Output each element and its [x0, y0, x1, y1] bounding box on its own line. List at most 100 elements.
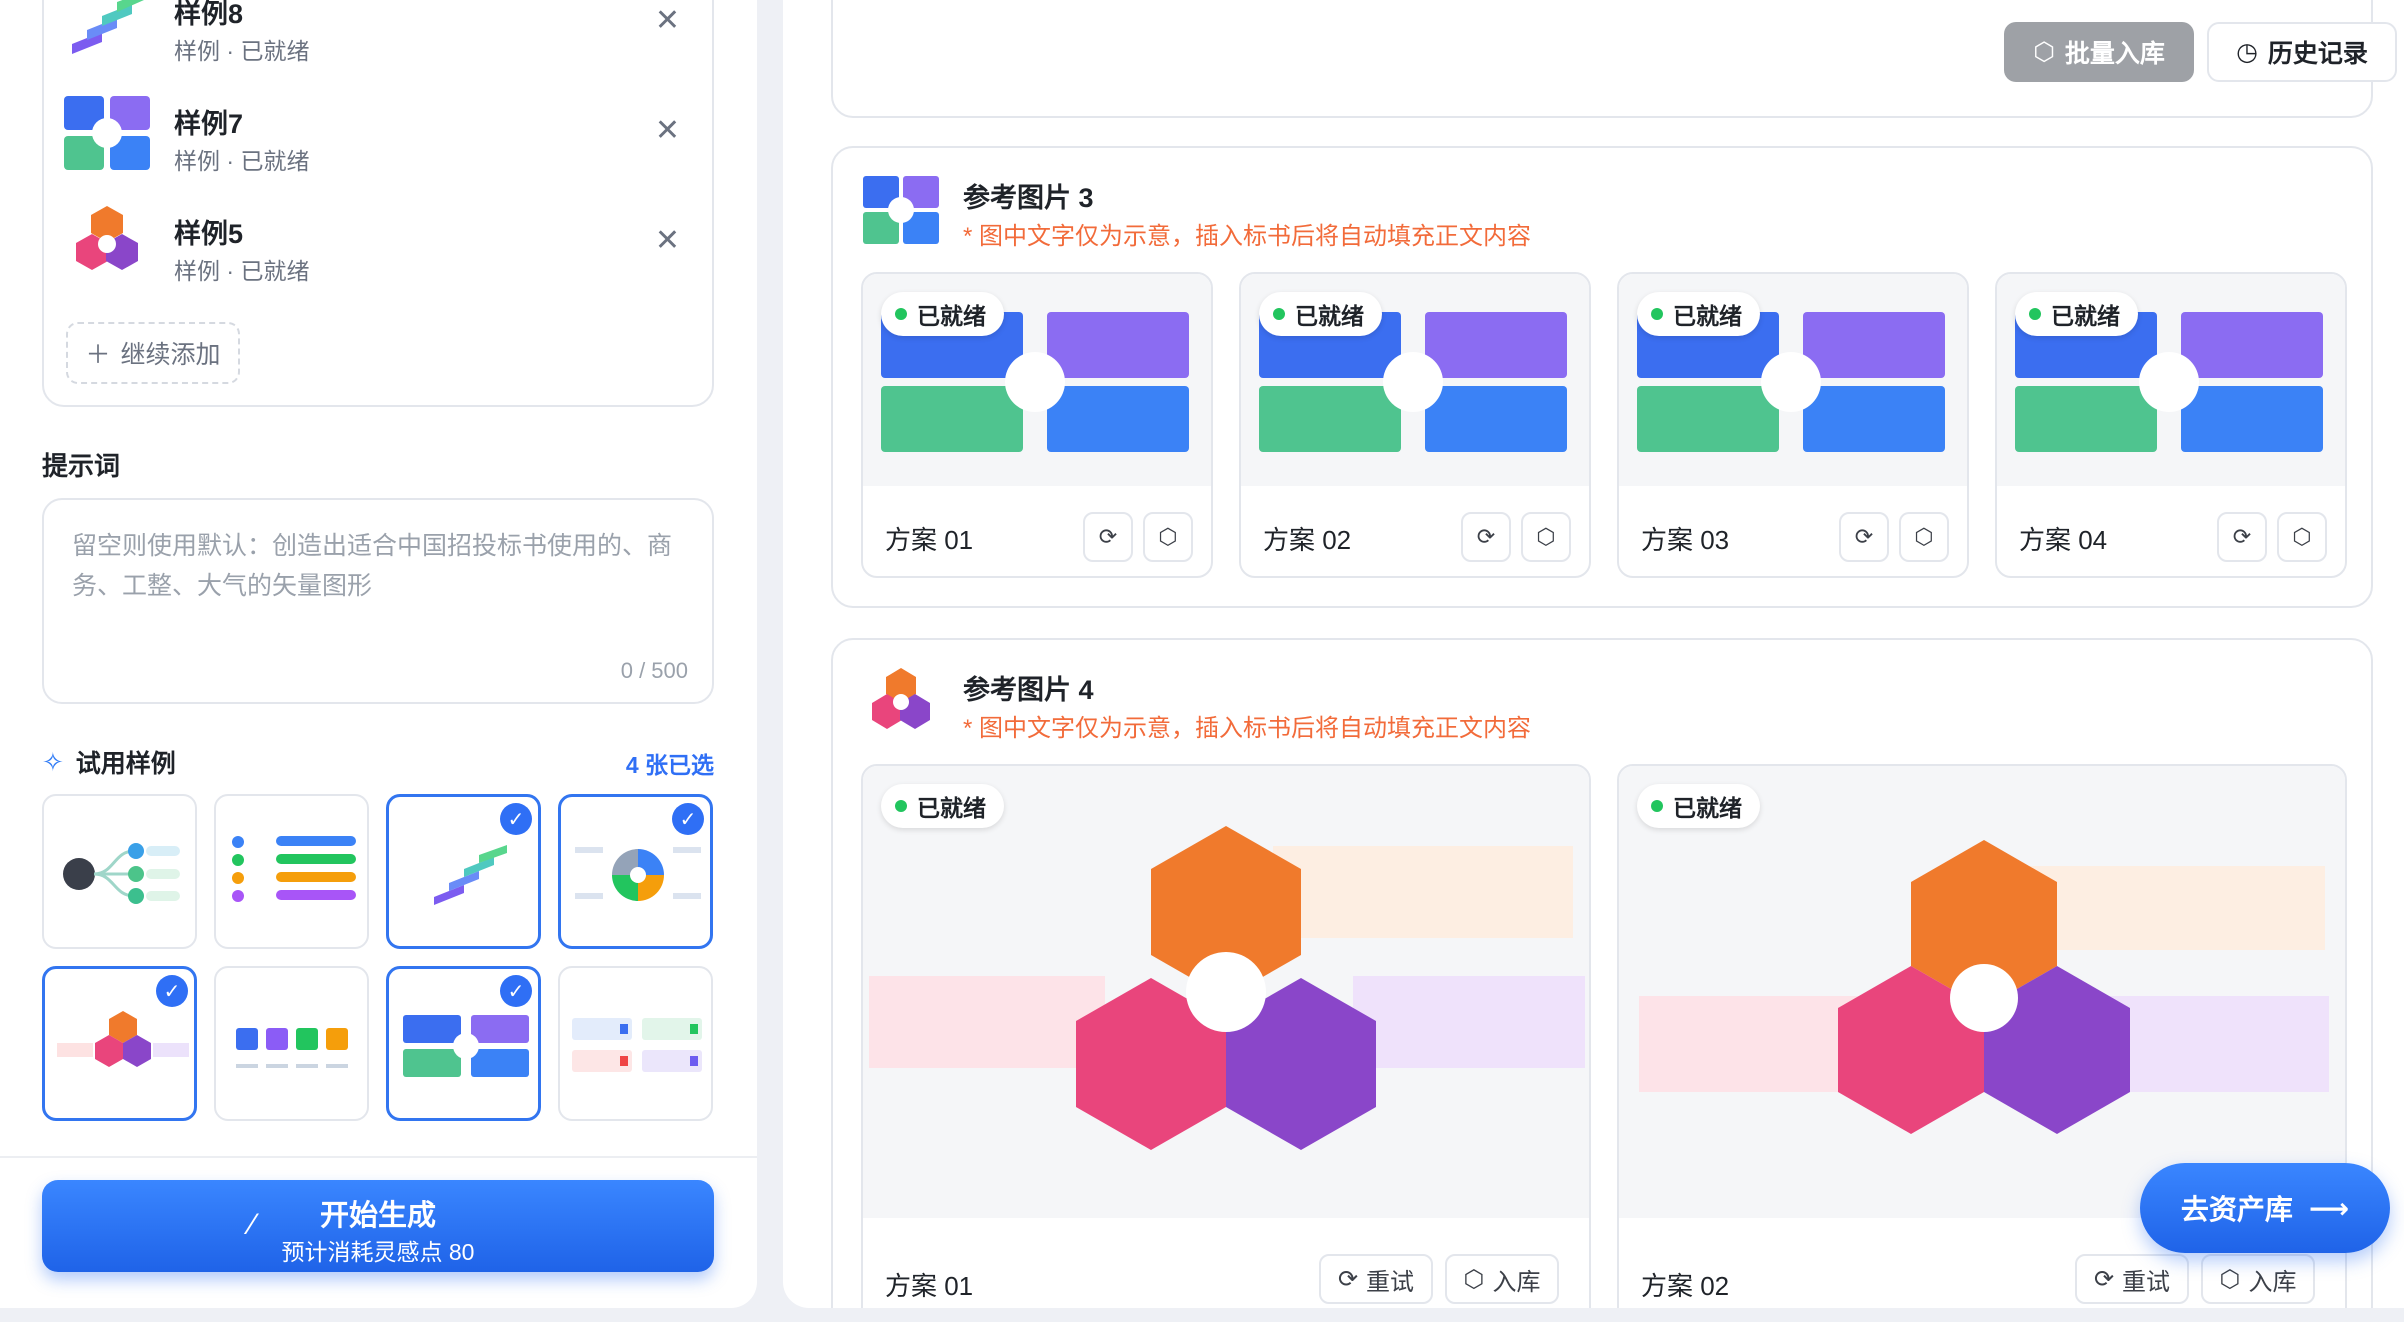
status-badge: 已就绪 [881, 784, 1004, 828]
group-note: * 图中文字仅为示意，插入标书后将自动填充正文内容 [963, 715, 1532, 742]
cube-icon[interactable]: ⬡ [1899, 512, 1949, 562]
ready-dot [2029, 308, 2041, 320]
batch-store-button[interactable]: ⬡ 批量入库 [2004, 22, 2194, 82]
sample-tile[interactable] [558, 966, 713, 1121]
option-name: 方案 02 [1641, 1271, 1730, 1301]
arrow-right-icon: ⟶ [2308, 1192, 2350, 1224]
quad-block-diagram-icon [62, 92, 152, 174]
status-label: 已就绪 [2051, 303, 2120, 329]
status-label: 已就绪 [1673, 795, 1742, 821]
regenerate-icon[interactable]: ⟳ [2217, 512, 2267, 562]
store-label: 入库 [1492, 1268, 1541, 1296]
regenerate-icon[interactable]: ⟳ [1839, 512, 1889, 562]
add-more-label: 继续添加 [120, 341, 221, 369]
cube-icon[interactable]: ⬡ [1521, 512, 1571, 562]
check-icon: ✓ [672, 803, 704, 835]
prompt-placeholder: 留空则使用默认：创造出适合中国招投标书使用的、商务、工整、大气的矢量图形 [72, 532, 673, 600]
option-name: 方案 01 [885, 525, 974, 555]
status-label: 已就绪 [917, 795, 986, 821]
status-badge: 已就绪 [1637, 784, 1760, 828]
sample-item[interactable]: 样例5 样例 · 已就绪 ✕ [62, 194, 702, 294]
store-button[interactable]: ⬡ 入库 [2201, 1254, 2315, 1304]
option-preview [1619, 766, 2345, 1218]
retry-label: 重试 [1366, 1268, 1415, 1296]
status-badge: 已就绪 [1637, 292, 1760, 336]
cube-icon: ⬡ [1463, 1265, 1485, 1293]
history-button[interactable]: ◷ 历史记录 [2207, 22, 2397, 82]
sparkle-icon: ✧ [42, 746, 64, 777]
cube-icon[interactable]: ⬡ [2277, 512, 2327, 562]
check-icon: ✓ [500, 803, 532, 835]
ready-dot [1273, 308, 1285, 320]
status-label: 已就绪 [1295, 303, 1364, 329]
store-button[interactable]: ⬡ 入库 [1445, 1254, 1559, 1304]
cube-icon: ⬡ [2033, 38, 2055, 66]
go-asset-library-button[interactable]: 去资产库 ⟶ [2140, 1163, 2390, 1253]
prompt-textarea[interactable]: 留空则使用默认：创造出适合中国招投标书使用的、商务、工整、大气的矢量图形 0 /… [42, 498, 714, 704]
retry-button[interactable]: ⟳ 重试 [1319, 1254, 1433, 1304]
regenerate-icon: ⟳ [2093, 1265, 2115, 1293]
generate-button[interactable]: ⁄ 开始生成 预计消耗灵感点 80 [42, 1180, 714, 1272]
group-title: 参考图片 3 [963, 183, 1094, 213]
store-label: 入库 [2248, 1268, 2297, 1296]
sample-tile[interactable] [214, 966, 369, 1121]
option-name: 方案 03 [1641, 525, 1730, 555]
sample-tile[interactable] [42, 794, 197, 949]
ready-dot [1651, 308, 1663, 320]
sample-tile[interactable]: ✓ [386, 794, 541, 949]
regenerate-icon[interactable]: ⟳ [1083, 512, 1133, 562]
option-card[interactable]: 已就绪 方案 01 ⟳ ⬡ [861, 272, 1213, 578]
cube-icon[interactable]: ⬡ [1143, 512, 1193, 562]
sample-status: 样例 · 已就绪 [174, 148, 310, 174]
divider [0, 1156, 757, 1158]
sample-tile[interactable]: ✓ [42, 966, 197, 1121]
close-icon[interactable]: ✕ [655, 226, 680, 256]
selected-samples-list: 样例8 样例 · 已就绪 ✕ 样例7 样例 · 已就绪 ✕ 样例5 样例 · 已… [42, 0, 714, 407]
generate-cost: 预计消耗灵感点 80 [281, 1239, 475, 1265]
sample-name: 样例5 [174, 219, 244, 249]
list-bars-diagram-icon [232, 836, 356, 902]
sample-status: 样例 · 已就绪 [174, 38, 310, 64]
option-card[interactable]: 已就绪 方案 02 ⟳ ⬡ [1239, 272, 1591, 578]
status-badge: 已就绪 [881, 292, 1004, 336]
hexagon-diagram-icon [861, 664, 941, 740]
clock-icon: ◷ [2236, 38, 2258, 66]
option-card[interactable]: 已就绪 方案 04 ⟳ ⬡ [1995, 272, 2347, 578]
check-icon: ✓ [156, 975, 188, 1007]
close-icon[interactable]: ✕ [655, 6, 680, 36]
add-more-button[interactable]: ＋ 继续添加 [66, 322, 240, 384]
status-label: 已就绪 [1673, 303, 1742, 329]
sample-name: 样例7 [174, 109, 244, 139]
cube-icon: ⬡ [2219, 1265, 2241, 1293]
sample-tile[interactable]: ✓ [386, 966, 541, 1121]
try-samples-header: ✧ 试用样例 [42, 744, 176, 780]
status-badge: 已就绪 [2015, 292, 2138, 336]
regenerate-icon: ⟳ [1337, 1265, 1359, 1293]
ready-dot [895, 308, 907, 320]
sample-item[interactable]: 样例8 样例 · 已就绪 ✕ [62, 0, 702, 74]
option-card[interactable]: 已就绪 方案 01 ⟳ 重试 ⬡ 入库 [861, 764, 1591, 1308]
hexagon-diagram-icon [62, 202, 152, 284]
ready-dot [1651, 800, 1663, 812]
go-asset-label: 去资产库 [2180, 1194, 2293, 1225]
sample-name: 样例8 [174, 0, 244, 29]
option-name: 方案 04 [2019, 525, 2108, 555]
generate-title: 开始生成 [319, 1200, 436, 1232]
plus-icon: ＋ [85, 341, 111, 369]
ready-dot [895, 800, 907, 812]
retry-button[interactable]: ⟳ 重试 [2075, 1254, 2189, 1304]
branch-diagram-icon [63, 843, 180, 904]
prompt-label: 提示词 [42, 451, 121, 481]
option-card[interactable]: 已就绪 方案 03 ⟳ ⬡ [1617, 272, 1969, 578]
status-badge: 已就绪 [1259, 292, 1382, 336]
sample-item[interactable]: 样例7 样例 · 已就绪 ✕ [62, 84, 702, 184]
cubes-diagram-icon [236, 1028, 348, 1068]
quad-block-diagram-icon [861, 172, 941, 248]
regenerate-icon[interactable]: ⟳ [1461, 512, 1511, 562]
group-note: * 图中文字仅为示意，插入标书后将自动填充正文内容 [963, 223, 1532, 250]
close-icon[interactable]: ✕ [655, 116, 680, 146]
status-label: 已就绪 [917, 303, 986, 329]
sample-tile[interactable] [214, 794, 369, 949]
stairs-diagram-icon [62, 0, 152, 64]
sample-tile[interactable]: ✓ [558, 794, 713, 949]
